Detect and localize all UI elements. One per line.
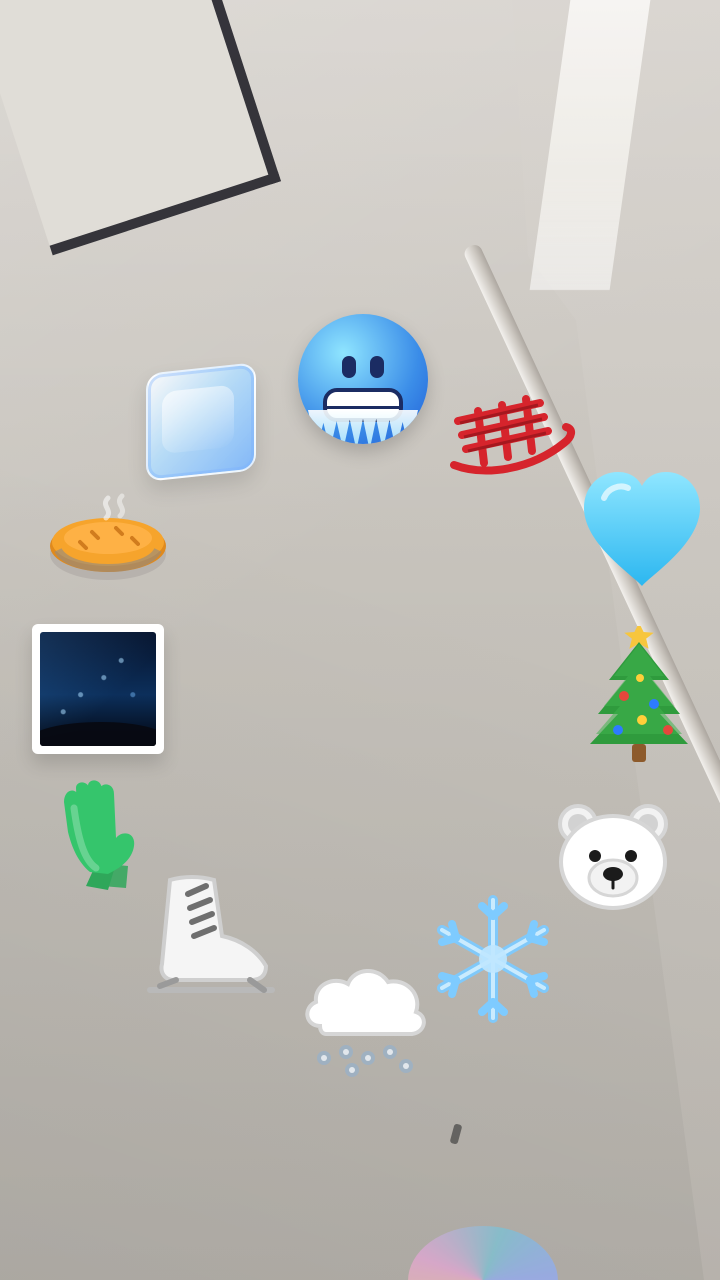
- blue-heart-icon[interactable]: [574, 462, 710, 594]
- night-sky-photo-image: [40, 632, 156, 746]
- camera-scene: [0, 0, 720, 1280]
- ice-cube-icon[interactable]: [146, 362, 256, 482]
- pie-icon[interactable]: [40, 488, 176, 596]
- christmas-tree-icon[interactable]: [584, 626, 694, 766]
- night-sky-photo-icon[interactable]: [32, 624, 164, 754]
- ice-skate-icon[interactable]: [140, 866, 280, 996]
- polar-bear-icon[interactable]: [552, 798, 674, 914]
- snow-cloud-icon[interactable]: [296, 950, 430, 1084]
- cold-face-left-eye: [342, 356, 356, 378]
- snowflake-icon[interactable]: [424, 890, 562, 1028]
- sled-icon[interactable]: [440, 385, 580, 485]
- cold-face-icon[interactable]: [298, 314, 428, 444]
- cold-face-right-eye: [370, 356, 384, 378]
